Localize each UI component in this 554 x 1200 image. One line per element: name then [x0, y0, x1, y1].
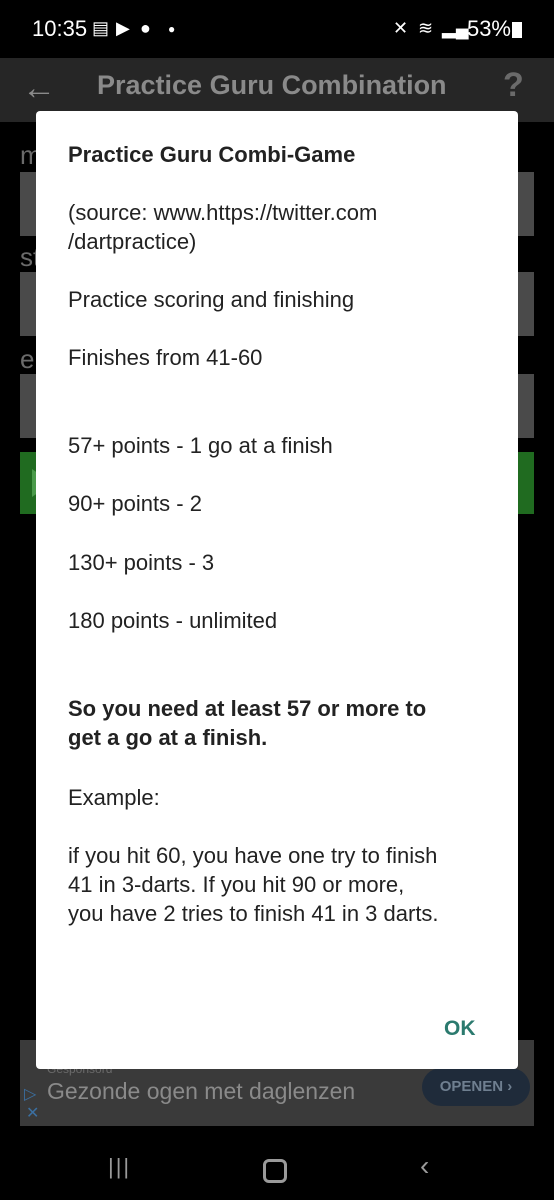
status-time: 10:35: [32, 16, 88, 41]
ad-open-button[interactable]: OPENEN ›: [422, 1068, 530, 1106]
dialog-source-line1: (source: www.https://twitter.com: [68, 200, 378, 225]
dialog-source-line2: /dartpractice): [68, 229, 197, 254]
calendar-icon: ▤: [92, 18, 110, 38]
mute-icon: ✕: [393, 18, 409, 38]
dialog-example-line2: 41 in 3-darts. If you hit 90 or more,: [68, 872, 405, 897]
navigation-bar: ||| ‹: [0, 1126, 554, 1200]
signal-icon: ▂▄: [442, 18, 469, 38]
dialog-rule-2: 90+ points - 2: [68, 491, 202, 516]
dialog-rule-1: 57+ points - 1 go at a finish: [68, 433, 333, 458]
ad-open-label: OPENEN: [439, 1078, 504, 1095]
dialog-example-label: Example:: [68, 785, 160, 810]
status-bar: 10:35 ▤ ▶ ● ● ✕ ≋ ▂▄ 53%: [0, 0, 554, 58]
app-title: Practice Guru Combination: [97, 70, 447, 100]
ad-play-icon: ▷: [24, 1086, 37, 1103]
bg-label-3: e: [20, 344, 35, 374]
ok-button[interactable]: OK: [444, 1017, 476, 1041]
dialog-bold-line1: So you need at least 57 or more to: [68, 696, 427, 721]
dialog-example-line3: you have 2 tries to finish 41 in 3 darts…: [68, 901, 439, 926]
dialog-rule-4: 180 points - unlimited: [68, 608, 278, 633]
dot-icon: ●: [168, 22, 176, 36]
back-arrow-icon[interactable]: ←: [22, 68, 56, 108]
dialog-example-line1: if you hit 60, you have one try to finis…: [68, 843, 438, 868]
info-dialog: Practice Guru Combi-Game (source: www.ht…: [36, 111, 518, 1069]
battery-icon: [512, 22, 522, 38]
battery-level: 53%: [466, 16, 511, 41]
home-icon[interactable]: [263, 1159, 287, 1183]
back-nav-icon[interactable]: ‹: [420, 1150, 429, 1182]
reddit-icon: ●: [140, 18, 151, 38]
help-icon[interactable]: ?: [503, 66, 524, 105]
dialog-bold-line2: get a go at a finish.: [68, 725, 268, 750]
dialog-practice-line: Practice scoring and finishing: [68, 287, 355, 312]
dialog-title: Practice Guru Combi-Game: [68, 142, 356, 167]
dialog-rule-3: 130+ points - 3: [68, 550, 215, 575]
recent-apps-icon[interactable]: |||: [108, 1154, 131, 1180]
play-icon: ▶: [116, 18, 130, 38]
ad-title[interactable]: Gezonde ogen met daglenzen: [47, 1078, 355, 1105]
dialog-finishes-line: Finishes from 41-60: [68, 345, 263, 370]
wifi-icon: ≋: [418, 18, 434, 38]
ad-close-icon[interactable]: ✕: [26, 1103, 39, 1123]
